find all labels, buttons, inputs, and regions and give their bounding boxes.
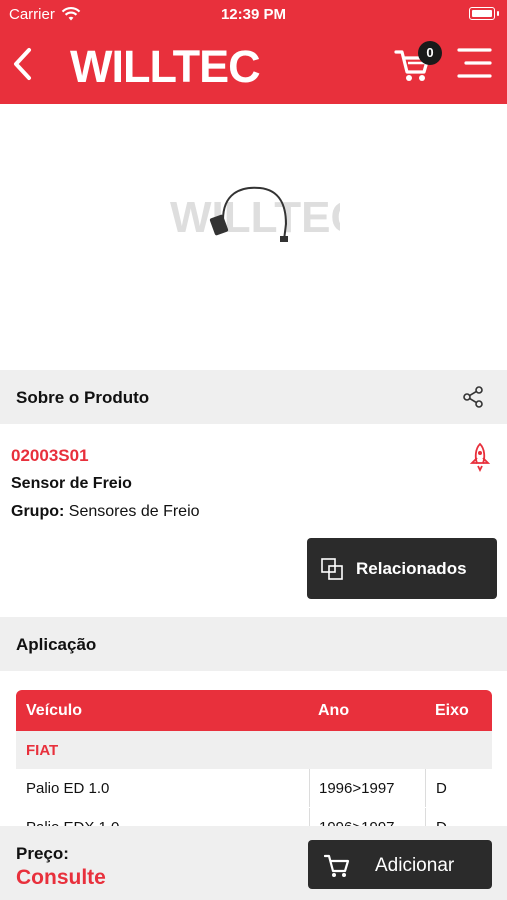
table-header: Veículo Ano Eixo: [16, 690, 492, 731]
watermark-logo: WILLTEC: [170, 193, 340, 242]
battery-icon: [469, 7, 499, 20]
table-row[interactable]: Palio ED 1.0 1996>1997 D: [16, 769, 492, 807]
add-label: Adicionar: [375, 855, 455, 876]
column-vehicle: Veículo: [26, 702, 83, 719]
about-section-header: Sobre o Produto: [0, 370, 507, 424]
status-time: 12:39 PM: [220, 6, 287, 23]
about-title: Sobre o Produto: [16, 388, 150, 407]
willtec-logo: WILLTEC: [70, 41, 260, 88]
product-image: WILLTEC: [0, 104, 507, 370]
related-label: Relacionados: [356, 559, 467, 578]
cart-icon: [324, 854, 350, 877]
group-value: Sensores de Freio: [68, 503, 200, 520]
brand-text: WILLTEC: [70, 41, 260, 88]
price-value: Consulte: [16, 866, 106, 889]
cart-count-badge: 0: [418, 41, 442, 65]
rocket-icon[interactable]: [468, 442, 492, 472]
year-cell: 1996>1997: [319, 780, 395, 797]
application-table: Veículo Ano Eixo FIAT Palio ED 1.0 1996>…: [16, 690, 492, 840]
add-to-cart-button[interactable]: Adicionar: [308, 840, 492, 889]
product-group: Grupo: Sensores de Freio: [11, 503, 200, 521]
menu-icon[interactable]: [456, 46, 492, 80]
application-title: Aplicação: [16, 635, 97, 654]
price-footer: Preço: Consulte Adicionar: [0, 826, 507, 900]
back-arrow-icon[interactable]: [8, 44, 38, 84]
axle-cell: D: [436, 780, 447, 797]
column-year: Ano: [318, 702, 350, 719]
product-name: Sensor de Freio: [11, 475, 132, 492]
app-header: Carrier 12:39 PM WILLTEC 0: [0, 0, 507, 104]
brand-group-row: FIAT: [16, 731, 492, 769]
price-label: Preço:: [16, 844, 69, 863]
brand-label: FIAT: [26, 742, 59, 759]
group-label: Grupo:: [11, 503, 65, 520]
column-axle: Eixo: [435, 702, 469, 719]
product-code: 02003S01: [11, 446, 89, 465]
vehicle-cell: Palio ED 1.0: [26, 780, 110, 797]
share-icon[interactable]: [461, 385, 485, 409]
product-photo: WILLTEC: [170, 186, 340, 242]
related-button[interactable]: Relacionados: [307, 538, 497, 599]
status-bar: Carrier 12:39 PM: [0, 0, 507, 30]
related-icon: [321, 558, 343, 580]
application-section-header: Aplicação: [0, 617, 507, 671]
